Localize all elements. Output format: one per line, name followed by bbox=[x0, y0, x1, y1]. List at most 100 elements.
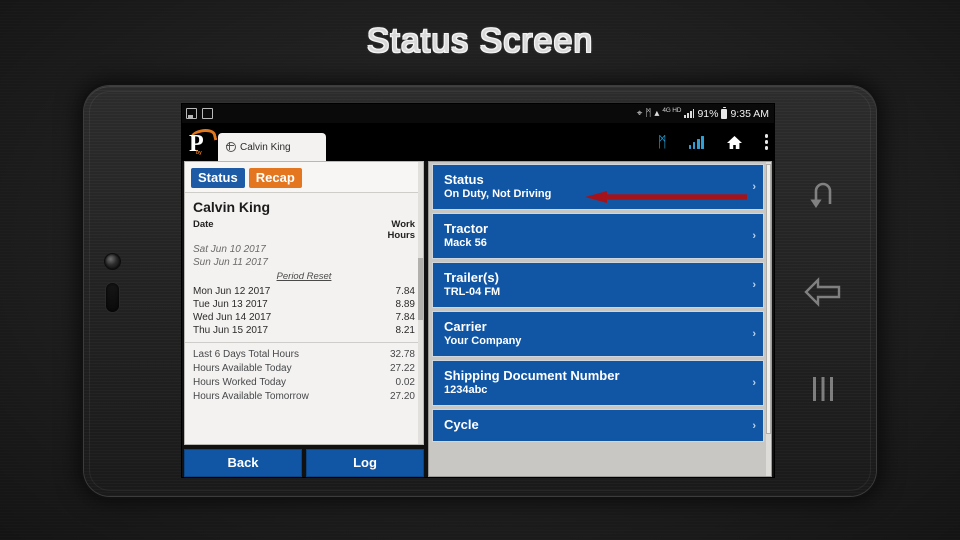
clock-label: 9:35 AM bbox=[730, 107, 769, 120]
toolbar-actions: ᛗ bbox=[658, 123, 768, 161]
summary-section: Last 6 Days Total Hours 32.78 Hours Avai… bbox=[185, 342, 423, 403]
back-button[interactable]: Back bbox=[184, 449, 302, 477]
menu-button[interactable] bbox=[808, 374, 838, 404]
notification-icons bbox=[182, 108, 213, 119]
row-date: Mon Jun 12 2017 bbox=[193, 286, 271, 297]
three-bars-icon bbox=[813, 376, 833, 401]
back-arrow-icon bbox=[804, 277, 841, 308]
summary-row: Hours Available Today 27.22 bbox=[185, 361, 423, 375]
row-hours bbox=[373, 257, 415, 268]
screenshot-notification-icon bbox=[202, 108, 213, 119]
row-title: Trailer(s) bbox=[444, 270, 499, 285]
row-value: Your Company bbox=[444, 335, 522, 347]
summary-row: Hours Worked Today 0.02 bbox=[185, 375, 423, 389]
row-hours: 8.21 bbox=[395, 325, 415, 336]
status-list-scrollbar[interactable] bbox=[766, 162, 771, 476]
recap-buttons: Back Log bbox=[184, 445, 424, 477]
bluetooth-icon: ᛗ bbox=[657, 133, 667, 151]
row-title: Tractor bbox=[444, 221, 489, 236]
column-hours: Hours bbox=[387, 230, 415, 241]
table-row: Sat Jun 10 2017 bbox=[185, 243, 423, 256]
home-button[interactable] bbox=[726, 135, 743, 150]
logo-subtext: by bbox=[196, 150, 202, 156]
wifi-icon: ▴ bbox=[654, 107, 660, 119]
signal-icon bbox=[684, 109, 695, 118]
row-date: Tue Jun 13 2017 bbox=[193, 299, 268, 310]
recap-scrollbar-thumb[interactable] bbox=[418, 257, 423, 320]
page-title: Status Screen bbox=[366, 22, 594, 60]
summary-value: 0.02 bbox=[395, 376, 415, 388]
app-logo-icon: P by bbox=[186, 126, 218, 158]
tab-recap[interactable]: Recap bbox=[248, 168, 302, 188]
summary-label: Last 6 Days Total Hours bbox=[193, 348, 299, 360]
overflow-menu-button[interactable] bbox=[764, 134, 768, 150]
chevron-right-icon: › bbox=[752, 419, 756, 432]
summary-label: Hours Available Today bbox=[193, 362, 292, 374]
app-content: Status Recap Calvin King Date Work Hours… bbox=[182, 161, 774, 477]
row-value: Mack 56 bbox=[444, 237, 487, 249]
table-header: Date Work Hours bbox=[185, 219, 423, 243]
column-work-hours: Work Hours bbox=[375, 219, 415, 241]
status-list: Status On Duty, Not Driving › Tractor Ma… bbox=[429, 162, 771, 442]
battery-percent-label: 91% bbox=[697, 107, 719, 120]
overflow-menu-icon bbox=[764, 134, 768, 150]
table-row: Mon Jun 12 2017 7.84 bbox=[185, 285, 423, 298]
table-row: Wed Jun 14 2017 7.84 bbox=[185, 311, 423, 324]
driver-name: Calvin King bbox=[193, 199, 271, 215]
speaker-slot-icon bbox=[106, 283, 119, 312]
summary-label: Hours Worked Today bbox=[193, 376, 287, 388]
row-title: Carrier bbox=[444, 319, 487, 334]
save-notification-icon bbox=[186, 108, 197, 119]
chevron-right-icon: › bbox=[752, 230, 756, 242]
chevron-right-icon: › bbox=[752, 181, 756, 193]
summary-row: Hours Available Tomorrow 27.20 bbox=[185, 389, 423, 403]
column-date: Date bbox=[193, 219, 214, 230]
recap-scrollbar[interactable] bbox=[418, 162, 423, 444]
row-trailers[interactable]: Trailer(s) TRL-04 FM › bbox=[432, 262, 764, 308]
row-value: On Duty, Not Driving bbox=[444, 188, 552, 200]
tablet-device-frame: ⌖ ᛗ ▴ 4G HD 91% 9:35 AM P by Calvin King bbox=[84, 86, 876, 496]
row-date: Sun Jun 11 2017 bbox=[193, 257, 268, 268]
row-title: Status bbox=[444, 172, 484, 187]
location-icon: ⌖ bbox=[636, 107, 643, 119]
status-bar-indicators: ⌖ ᛗ ▴ 4G HD 91% 9:35 AM bbox=[636, 106, 774, 120]
status-list-panel: Status On Duty, Not Driving › Tractor Ma… bbox=[428, 161, 772, 477]
log-button[interactable]: Log bbox=[306, 449, 424, 477]
row-date: Sat Jun 10 2017 bbox=[193, 244, 266, 255]
row-hours: 8.89 bbox=[395, 299, 415, 310]
signal-bars-icon bbox=[688, 135, 704, 149]
tab-status[interactable]: Status bbox=[191, 168, 245, 188]
row-cycle[interactable]: Cycle › bbox=[432, 409, 764, 442]
row-title: Cycle bbox=[444, 417, 479, 432]
recap-tabs: Status Recap bbox=[185, 162, 423, 193]
battery-icon bbox=[721, 106, 728, 119]
period-reset-label: Period Reset bbox=[276, 271, 332, 282]
android-status-bar: ⌖ ᛗ ▴ 4G HD 91% 9:35 AM bbox=[182, 104, 774, 123]
signal-strength-button[interactable] bbox=[688, 135, 704, 149]
status-list-scrollbar-thumb[interactable] bbox=[766, 164, 771, 435]
recents-button[interactable] bbox=[806, 177, 840, 211]
row-value: 1234abc bbox=[444, 384, 488, 396]
browser-tab-calvin-king[interactable]: Calvin King bbox=[218, 133, 326, 161]
summary-value: 32.78 bbox=[389, 348, 415, 360]
tablet-screen: ⌖ ᛗ ▴ 4G HD 91% 9:35 AM P by Calvin King bbox=[182, 104, 774, 477]
recap-card: Status Recap Calvin King Date Work Hours… bbox=[184, 161, 424, 445]
recap-panel: Status Recap Calvin King Date Work Hours… bbox=[184, 161, 424, 477]
table-row: Tue Jun 13 2017 8.89 bbox=[185, 298, 423, 311]
row-tractor[interactable]: Tractor Mack 56 › bbox=[432, 213, 764, 259]
summary-value: 27.20 bbox=[389, 390, 415, 402]
bluetooth-button[interactable]: ᛗ bbox=[658, 135, 667, 150]
app-toolbar: P by Calvin King ᛗ bbox=[182, 123, 774, 161]
android-navigation-bar bbox=[780, 104, 866, 477]
row-date: Thu Jun 15 2017 bbox=[193, 325, 269, 336]
row-carrier[interactable]: Carrier Your Company › bbox=[432, 311, 764, 357]
front-camera-icon bbox=[105, 254, 120, 269]
row-status[interactable]: Status On Duty, Not Driving › bbox=[432, 164, 764, 210]
table-row: Thu Jun 15 2017 8.21 bbox=[185, 324, 423, 337]
column-work: Work bbox=[391, 219, 415, 230]
chevron-right-icon: › bbox=[752, 328, 756, 340]
row-shipping-document-number[interactable]: Shipping Document Number 1234abc › bbox=[432, 360, 764, 406]
summary-label: Hours Available Tomorrow bbox=[193, 390, 309, 402]
summary-row: Last 6 Days Total Hours 32.78 bbox=[185, 347, 423, 361]
back-button[interactable] bbox=[804, 277, 842, 308]
